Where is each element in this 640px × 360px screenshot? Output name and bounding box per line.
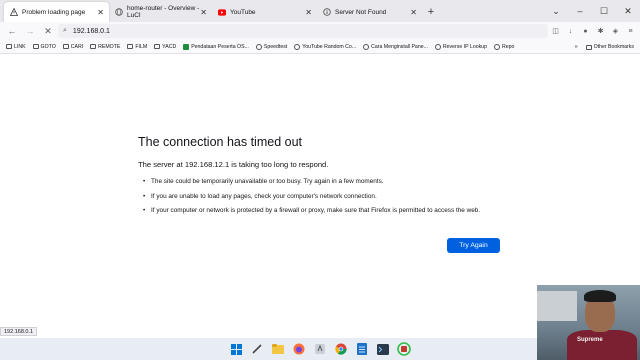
pen-tool-icon[interactable]: [250, 342, 264, 356]
bookmark-folder[interactable]: FILM: [127, 44, 147, 50]
file-explorer-icon[interactable]: [271, 342, 285, 356]
globe-icon: [434, 43, 441, 50]
chrome-icon[interactable]: [334, 342, 348, 356]
search-icon: ⌕: [63, 27, 67, 34]
tab-label: YouTube: [230, 8, 256, 16]
bookmark-folder[interactable]: YACD: [154, 44, 176, 50]
try-again-button[interactable]: Try Again: [447, 238, 500, 253]
maximize-icon[interactable]: ☐: [592, 6, 616, 17]
terminal-icon[interactable]: [376, 342, 390, 356]
tab-label: Server Not Found: [335, 8, 387, 16]
bookmark-item[interactable]: Cara Menginstall Pane...: [363, 43, 428, 50]
extensions-icon[interactable]: ✱: [593, 24, 608, 39]
forward-icon[interactable]: →: [21, 22, 39, 40]
person-hair: [584, 290, 616, 302]
list-item: If you are unable to load any pages, che…: [143, 192, 503, 201]
person-body: [567, 330, 637, 360]
shield-icon[interactable]: ◈: [608, 24, 623, 39]
chevron-right-icon[interactable]: »: [575, 44, 578, 50]
menu-icon[interactable]: ≡: [623, 24, 638, 39]
tab-luci[interactable]: home-router - Overview - LuCI ✕: [109, 2, 212, 22]
bookmark-item[interactable]: Reverse IP Lookup: [434, 43, 487, 50]
error-title: The connection has timed out: [138, 135, 302, 149]
close-window-icon[interactable]: ✕: [616, 6, 640, 17]
folder-icon: [90, 44, 97, 49]
folder-icon: [154, 44, 161, 49]
status-bar: 192.168.0.1: [0, 327, 38, 336]
globe-icon: [363, 43, 370, 50]
downloads-icon[interactable]: ↓: [563, 24, 578, 39]
recording-app-icon[interactable]: [397, 342, 411, 356]
minimize-icon[interactable]: –: [568, 6, 592, 16]
bookmark-item[interactable]: Repo: [493, 43, 514, 50]
globe-icon: [255, 43, 262, 50]
bookmark-folder[interactable]: GOTO: [32, 44, 56, 50]
globe-icon: [493, 43, 500, 50]
folder-icon: [585, 44, 592, 50]
info-icon: [323, 8, 331, 16]
list-item: The site could be temporarily unavailabl…: [143, 177, 503, 186]
notepad-icon[interactable]: [355, 342, 369, 356]
bookmark-folder[interactable]: LINK: [6, 44, 26, 50]
window-controls: ⌄ – ☐ ✕: [544, 0, 640, 22]
globe-icon: [294, 43, 301, 50]
close-tab-icon[interactable]: ✕: [97, 8, 104, 17]
webcam-shelf: [537, 291, 577, 321]
tab-label: Problem loading page: [22, 8, 86, 16]
other-bookmarks[interactable]: » Other Bookmarks: [575, 40, 634, 54]
folder-icon: [6, 44, 12, 49]
tab-strip: Problem loading page ✕ home-router - Ove…: [0, 0, 640, 22]
folder-icon: [127, 44, 134, 49]
firefox-icon[interactable]: [292, 342, 306, 356]
tab-problem-loading[interactable]: Problem loading page ✕: [4, 2, 109, 22]
bookmark-folder[interactable]: REMOTE: [90, 44, 120, 50]
back-icon[interactable]: ←: [3, 22, 21, 40]
tab-youtube[interactable]: YouTube ✕: [212, 2, 317, 22]
pocket-icon[interactable]: ◫: [548, 24, 563, 39]
close-tab-icon[interactable]: ✕: [410, 8, 417, 17]
tab-server-not-found[interactable]: Server Not Found ✕: [317, 2, 422, 22]
bookmarks-toolbar: LINK GOTO CARI REMOTE FILM YACD Pendataa…: [0, 40, 640, 54]
stop-icon[interactable]: ✕: [39, 22, 57, 40]
list-all-tabs-icon[interactable]: ⌄: [544, 6, 568, 17]
folder-icon: [32, 44, 39, 49]
app-icon[interactable]: [313, 342, 327, 356]
sheets-icon: [183, 43, 190, 50]
bookmark-item[interactable]: Speedtest: [255, 43, 287, 50]
navigation-toolbar: ← → ✕ ⌕ 192.168.0.1 ◫ ↓ ● ✱ ◈ ≡: [0, 22, 640, 40]
windows-start-icon[interactable]: [229, 342, 243, 356]
bookmark-folder[interactable]: CARI: [62, 44, 83, 50]
address-bar-value: 192.168.0.1: [72, 27, 110, 35]
list-item: If your computer or network is protected…: [143, 206, 503, 215]
new-tab-button[interactable]: +: [422, 2, 440, 22]
error-subtitle: The server at 192.168.12.1 is taking too…: [138, 160, 329, 169]
shirt-text: Supreme: [577, 337, 603, 343]
webcam-overlay: Supreme: [537, 285, 640, 360]
tab-label: home-router - Overview - LuCI: [127, 5, 200, 19]
bookmark-item[interactable]: Pendataan Peserta OS...: [183, 43, 249, 50]
youtube-icon: [218, 8, 226, 16]
globe-icon: [115, 8, 123, 16]
close-tab-icon[interactable]: ✕: [200, 8, 207, 17]
close-tab-icon[interactable]: ✕: [305, 8, 312, 17]
warning-icon: [10, 8, 18, 16]
bookmark-item[interactable]: YouTube Random Co...: [294, 43, 356, 50]
error-suggestions: The site could be temporarily unavailabl…: [143, 177, 503, 221]
folder-icon: [62, 44, 69, 49]
address-bar[interactable]: ⌕ 192.168.0.1: [58, 24, 548, 38]
toolbar-actions: ◫ ↓ ● ✱ ◈ ≡: [548, 22, 638, 40]
account-icon[interactable]: ●: [578, 24, 593, 39]
